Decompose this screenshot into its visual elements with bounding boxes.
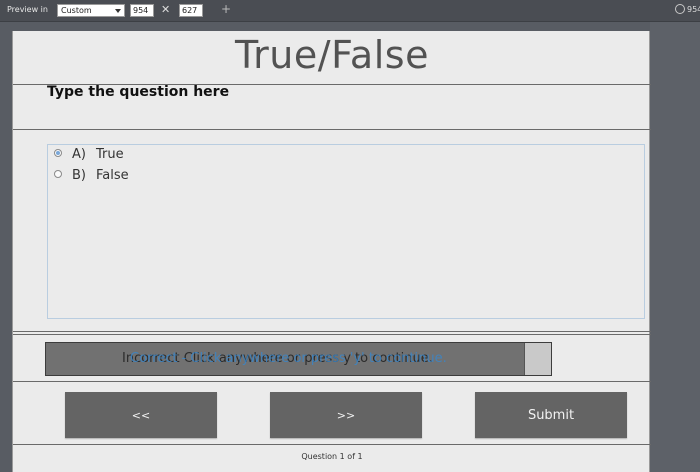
- divider: [13, 381, 651, 382]
- divider: [13, 331, 651, 332]
- feedback-scrollbar[interactable]: [524, 343, 551, 375]
- preview-label: Preview in: [7, 5, 48, 14]
- question-counter: Question 1 of 1: [301, 452, 363, 461]
- radio-selected-icon[interactable]: [54, 149, 62, 157]
- ruler-value: 954: [687, 5, 700, 14]
- crosshair-icon[interactable]: [675, 4, 685, 14]
- width-input[interactable]: 954: [130, 4, 154, 17]
- next-button[interactable]: >>: [270, 392, 422, 438]
- answer-area: A) True B) False: [47, 144, 645, 319]
- choice-letter: A): [72, 147, 86, 162]
- feedback-text-correct: Correct - Click anywhere or press 'y' to…: [130, 351, 447, 366]
- choice-label: True: [96, 147, 124, 162]
- device-select-value: Custom: [61, 6, 92, 15]
- question-text: Type the question here: [47, 84, 230, 100]
- device-select[interactable]: Custom: [57, 4, 125, 17]
- choice-false[interactable]: B) False: [54, 168, 129, 183]
- canvas-gutter: [650, 22, 700, 472]
- submit-button[interactable]: Submit: [475, 392, 627, 438]
- radio-icon[interactable]: [54, 170, 62, 178]
- chevron-down-icon: [115, 9, 121, 13]
- divider: [13, 334, 651, 335]
- divider: [13, 444, 651, 445]
- divider: [13, 129, 651, 130]
- choice-label: False: [96, 168, 129, 183]
- close-icon: ✕: [161, 3, 171, 16]
- quiz-slide: True/False Type the question here A) True…: [12, 31, 651, 472]
- add-icon[interactable]: +: [221, 2, 231, 16]
- prev-button[interactable]: <<: [65, 392, 217, 438]
- choice-true[interactable]: A) True: [54, 147, 124, 162]
- height-input[interactable]: 627: [179, 4, 203, 17]
- feedback-bar[interactable]: Incorrect Click anywhere or press y to c…: [45, 342, 552, 376]
- choice-letter: B): [72, 168, 86, 183]
- page-title: True/False: [235, 33, 429, 77]
- preview-toolbar: Preview in Custom 954 ✕ 627 + 954: [0, 0, 700, 22]
